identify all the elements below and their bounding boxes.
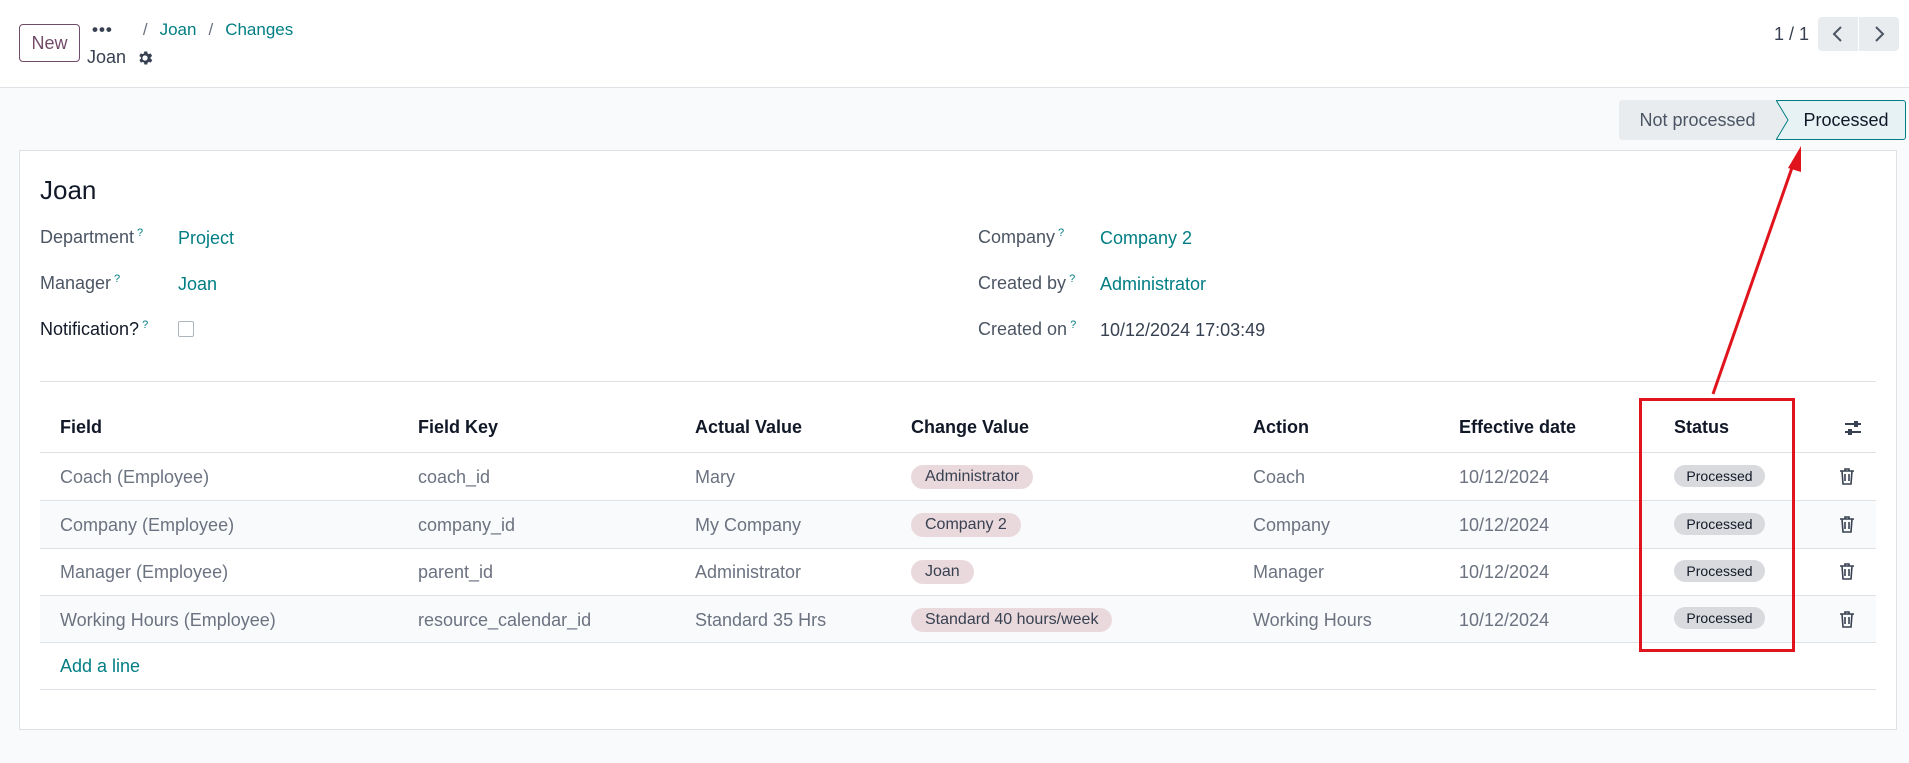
breadcrumb-item-changes[interactable]: Changes [225,20,293,40]
column-header-field[interactable]: Field [60,417,102,438]
new-button[interactable]: New [19,24,80,62]
cell-effective-date: 10/12/2024 [1459,467,1550,487]
cell-field-key: company_id [418,515,516,535]
record-title-text: Joan [87,47,127,67]
company-value[interactable]: Company 2 [1100,228,1192,249]
gear-icon[interactable] [136,49,154,67]
manager-value[interactable]: Joan [178,274,217,295]
change-value-tag: Administrator [911,465,1034,489]
cell-field-key: parent_id [418,562,494,582]
notification-label: Notification?? [40,319,149,339]
pager-next-button[interactable] [1859,17,1899,51]
cell-field: Manager (Employee) [60,562,229,582]
column-settings-icon[interactable] [1843,418,1863,438]
chevron-left-icon [1832,26,1842,42]
change-value-tag: Joan [911,560,974,584]
cell-actual-value: Administrator [695,562,802,582]
status-not-processed-button[interactable]: Not processed [1619,100,1776,140]
created-by-label: Created by? [978,273,1076,293]
cell-action: Company [1253,515,1331,535]
cell-field: Coach (Employee) [60,467,210,487]
cell-field-key: coach_id [418,467,491,487]
cell-effective-date: 10/12/2024 [1459,515,1550,535]
breadcrumb: ••• / Joan / Changes [92,20,293,40]
annotation-highlight-box [1639,398,1795,652]
control-panel: New ••• / Joan / Changes Joan 1 / 1 [0,0,1909,88]
breadcrumb-item-joan[interactable]: Joan [160,20,197,40]
record-name: Joan [40,175,97,205]
record-title: Joan [87,47,154,68]
created-by-value[interactable]: Administrator [1100,274,1206,295]
notification-checkbox[interactable] [178,321,194,337]
created-on-label: Created on? [978,319,1077,339]
cell-effective-date: 10/12/2024 [1459,562,1550,582]
breadcrumb-separator: / [208,20,214,39]
column-header-effective-date[interactable]: Effective date [1459,417,1576,438]
cell-actual-value: My Company [695,515,802,535]
breadcrumb-separator: / [142,20,148,39]
divider [40,381,1876,382]
status-bar: Not processed Processed [1619,100,1906,140]
change-value-tag: Company 2 [911,513,1021,537]
cell-action: Manager [1253,562,1325,582]
manager-label: Manager? [40,273,121,293]
pager-previous-button[interactable] [1818,17,1858,51]
created-on-value: 10/12/2024 17:03:49 [1100,320,1266,340]
status-processed-button[interactable]: Processed [1776,100,1906,140]
chevron-right-icon [1875,26,1885,42]
cell-field: Company (Employee) [60,515,235,535]
status-arrow-shape [1776,100,1789,140]
cell-action: Working Hours [1253,610,1372,630]
trash-icon[interactable] [1839,515,1855,533]
cell-effective-date: 10/12/2024 [1459,610,1550,630]
department-label: Department? [40,227,144,247]
form-sheet [19,150,1897,730]
cell-actual-value: Standard 35 Hrs [695,610,827,630]
row-divider [40,642,1876,643]
cell-field: Working Hours (Employee) [60,610,276,630]
trash-icon[interactable] [1839,562,1855,580]
status-processed-label: Processed [1803,109,1889,130]
department-value[interactable]: Project [178,228,234,249]
column-header-change-value[interactable]: Change Value [911,417,1029,438]
company-label: Company? [978,227,1065,247]
column-header-actual-value[interactable]: Actual Value [695,417,802,438]
column-header-field-key[interactable]: Field Key [418,417,498,438]
add-line-link[interactable]: Add a line [60,656,140,677]
trash-icon[interactable] [1839,467,1855,485]
cell-action: Coach [1253,467,1306,487]
table-bottom-divider [40,689,1876,690]
change-value-tag: Standard 40 hours/week [911,608,1113,632]
cell-actual-value: Mary [695,467,735,487]
column-header-action[interactable]: Action [1253,417,1309,438]
cell-field-key: resource_calendar_id [418,610,592,630]
breadcrumb-more-icon[interactable]: ••• [92,20,113,40]
pager-value[interactable]: 1 / 1 [1774,24,1809,45]
trash-icon[interactable] [1839,610,1855,628]
